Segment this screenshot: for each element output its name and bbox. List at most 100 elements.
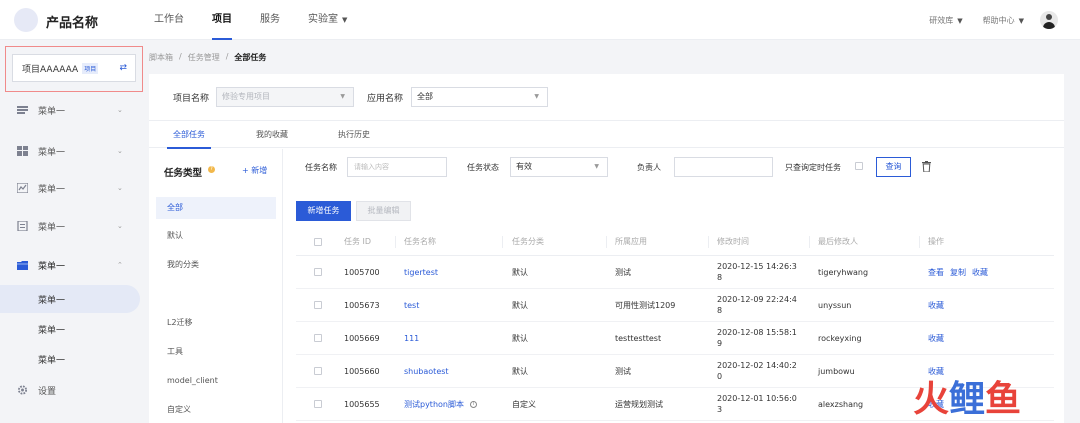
task-modifier: alexzshang (818, 399, 864, 409)
task-type-item[interactable]: 工具 (156, 341, 276, 363)
task-type-item[interactable]: 我的分类 (156, 254, 276, 276)
sidebar-submenu-1[interactable]: 菜单一 (0, 285, 140, 313)
user-avatar[interactable] (1040, 11, 1058, 29)
task-type-item[interactable]: 自定义 (156, 399, 276, 421)
copy-link[interactable]: 复制 (950, 267, 966, 278)
column-header: 任务 ID (344, 237, 372, 246)
sidebar-menu-2[interactable]: 菜单一 ⌄ (0, 136, 146, 166)
caret-down-icon: ▼ (957, 16, 963, 25)
task-type-item[interactable]: 默认 (156, 225, 276, 247)
help-icon[interactable]: ? (208, 166, 215, 173)
nav-workbench[interactable]: 工作台 (154, 0, 184, 40)
task-id: 1005660 (344, 366, 380, 376)
task-name-cell: 测试python脚本 i (404, 388, 477, 420)
task-modified-time: 2020-12-02 14:40:20 (717, 361, 797, 381)
list-icon (17, 106, 28, 114)
sidebar-menu-4[interactable]: 菜单一 ⌄ (0, 211, 146, 241)
task-id: 1005669 (344, 333, 380, 343)
column-header: 任务名称 (404, 237, 436, 246)
scheduled-only-checkbox[interactable] (855, 162, 863, 170)
new-task-button[interactable]: 新增任务 (296, 201, 351, 221)
sidebar-submenu-3[interactable]: 菜单一 (0, 345, 140, 373)
tab-my-favorites[interactable]: 我的收藏 (256, 121, 288, 148)
favorite-link[interactable]: 收藏 (928, 366, 944, 377)
task-type-item[interactable]: L2迁移 (156, 312, 276, 334)
product-name[interactable]: 产品名称 (46, 12, 98, 31)
chart-icon (17, 183, 28, 193)
task-app: 可用性测试1209 (615, 300, 676, 310)
product-logo[interactable] (14, 8, 38, 32)
task-status-label: 任务状态 (467, 163, 499, 172)
project-tag: 项目 (82, 62, 99, 74)
task-modified-time: 2020-12-01 10:56:03 (717, 394, 797, 414)
row-checkbox[interactable] (314, 367, 322, 375)
settings-icon (17, 385, 28, 395)
task-name-link[interactable]: shubaotest (404, 355, 449, 387)
trash-icon[interactable] (922, 161, 931, 172)
row-checkbox[interactable] (314, 268, 322, 276)
task-app: 测试 (615, 267, 631, 277)
project-switcher-highlight: 项目AAAAAA 项目 ⇄ (5, 46, 143, 92)
sidebar-submenu-2[interactable]: 菜单一 (0, 315, 140, 343)
task-name-input[interactable]: 请输入内容 (347, 157, 447, 177)
sidebar-menu-1[interactable]: 菜单一 ⌄ (0, 95, 146, 125)
nav-project[interactable]: 项目 (212, 0, 232, 40)
task-name-link[interactable]: test (404, 289, 419, 321)
batch-edit-button: 批量编辑 (356, 201, 411, 221)
dev-library-menu[interactable]: 研效库 ▼ (929, 15, 962, 26)
task-modifier: unyssun (818, 300, 852, 310)
select-all-checkbox[interactable] (314, 238, 322, 246)
task-name-link[interactable]: 111 (404, 322, 419, 354)
scheduled-only-label: 只查询定时任务 (785, 163, 841, 172)
row-checkbox[interactable] (314, 334, 322, 342)
app-name-label: 应用名称 (367, 94, 404, 104)
sidebar-settings[interactable]: 设置 (0, 375, 146, 405)
task-type-item[interactable]: model_client (156, 370, 276, 392)
chevron-down-icon: ⌄ (117, 147, 123, 155)
table-row[interactable]: 1005669 111 默认 testtesttest 2020-12-08 1… (296, 322, 1054, 355)
breadcrumb-item[interactable]: 脚本箱 (149, 52, 173, 63)
nav-lab[interactable]: 实验室 ▼ (308, 0, 347, 40)
breadcrumb-item[interactable]: 任务管理 (188, 52, 220, 63)
add-task-type-button[interactable]: + 新增 (242, 165, 267, 176)
row-checkbox[interactable] (314, 301, 322, 309)
chevron-down-icon: ▼ (340, 93, 345, 100)
task-name-label: 任务名称 (305, 163, 337, 172)
favorite-link[interactable]: 收藏 (928, 333, 944, 344)
sidebar-menu-3[interactable]: 菜单一 ⌄ (0, 173, 146, 203)
table-row[interactable]: 1005700 tigertest 默认 测试 2020-12-15 14:26… (296, 256, 1054, 289)
task-category: 默认 (512, 333, 528, 343)
sidebar-menu-5[interactable]: 菜单一 ⌃ (0, 250, 146, 280)
task-name-link[interactable]: 测试python脚本 (404, 399, 464, 410)
row-actions: 收藏 (928, 322, 950, 354)
chevron-down-icon: ⌄ (117, 106, 123, 114)
view-link[interactable]: 查看 (928, 267, 944, 278)
table-row[interactable]: 1005673 test 默认 可用性测试1209 2020-12-09 22:… (296, 289, 1054, 322)
query-button[interactable]: 查询 (876, 157, 911, 177)
task-status-select[interactable]: 有效 ▼ (510, 157, 608, 177)
chevron-down-icon: ⌄ (117, 184, 123, 192)
column-header: 最后修改人 (818, 237, 858, 246)
switch-icon[interactable]: ⇄ (119, 63, 127, 73)
task-category: 自定义 (512, 399, 536, 409)
tab-all-tasks[interactable]: 全部任务 (167, 121, 211, 149)
owner-input[interactable] (674, 157, 773, 177)
caret-down-icon: ▼ (342, 16, 348, 24)
app-select[interactable]: 全部 ▼ (411, 87, 548, 107)
task-tabs: 全部任务 我的收藏 执行历史 (149, 120, 1064, 149)
favorite-link[interactable]: 收藏 (928, 300, 944, 311)
help-center-menu[interactable]: 帮助中心 ▼ (983, 15, 1024, 26)
row-checkbox[interactable] (314, 400, 322, 408)
tab-execution-history[interactable]: 执行历史 (338, 121, 370, 148)
project-name-label: 项目名称 (173, 94, 210, 104)
sidebar-menu-label: 菜单一 (38, 106, 66, 117)
project-switcher[interactable]: 项目AAAAAA 项目 ⇄ (12, 54, 136, 82)
task-type-all[interactable]: 全部 (156, 197, 276, 219)
task-modified-time: 2020-12-15 14:26:38 (717, 262, 797, 282)
nav-service[interactable]: 服务 (260, 0, 280, 40)
sidebar-menu-label: 菜单一 (38, 222, 66, 233)
breadcrumb-separator: / (179, 52, 182, 61)
favorite-link[interactable]: 收藏 (972, 267, 988, 278)
info-icon[interactable]: i (469, 400, 477, 408)
task-name-link[interactable]: tigertest (404, 256, 438, 288)
